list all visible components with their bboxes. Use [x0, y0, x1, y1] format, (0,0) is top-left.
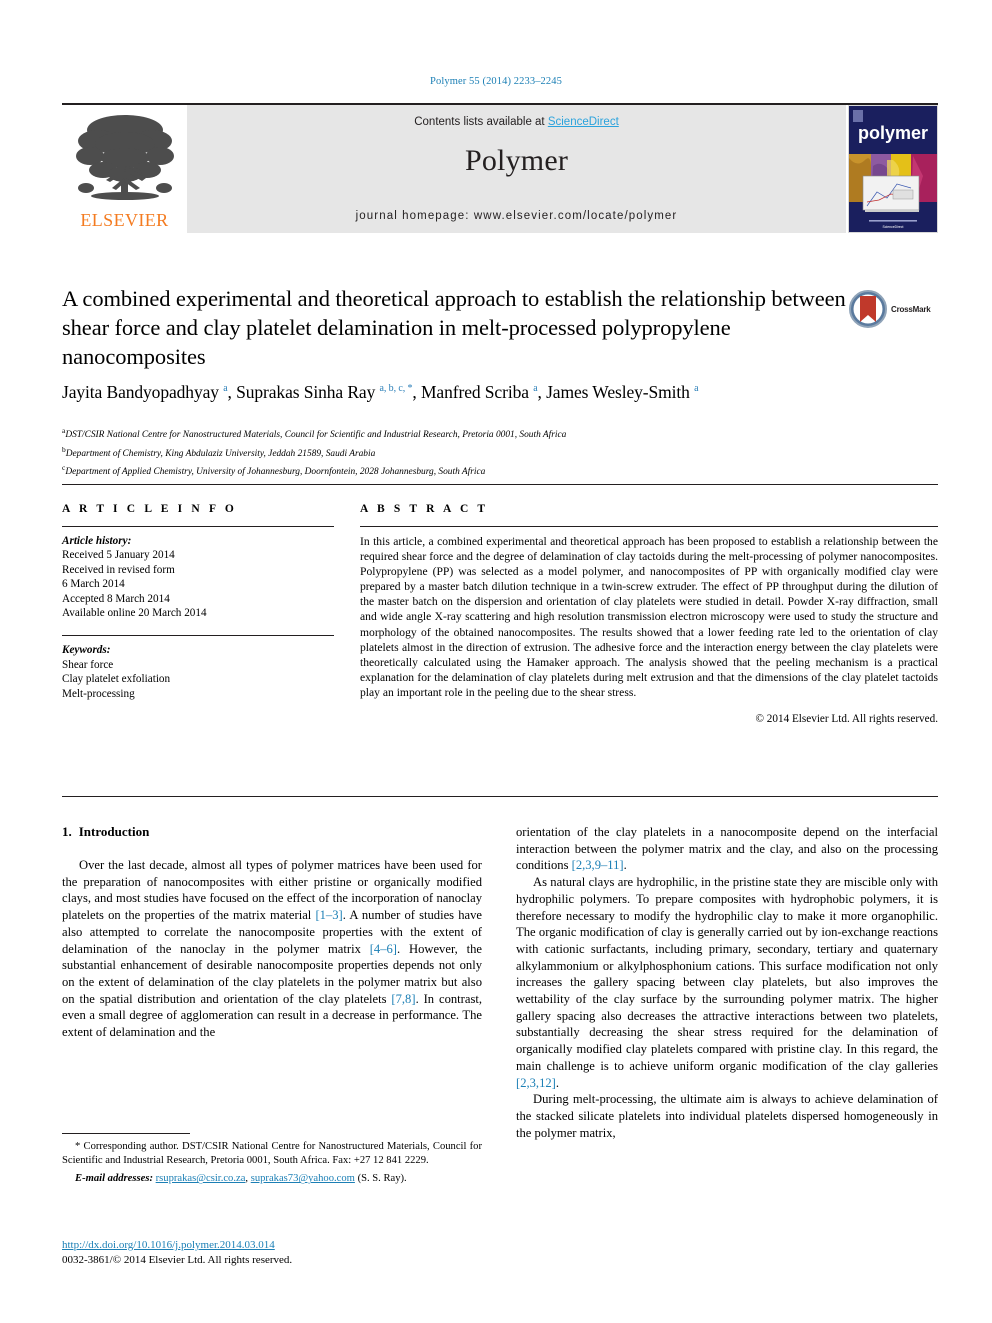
- paragraph: Over the last decade, almost all types o…: [62, 858, 483, 1040]
- email-label: E-mail addresses:: [75, 1173, 153, 1185]
- history-item: Received in revised form: [62, 563, 175, 576]
- abstract-text: In this article, a combined experimental…: [360, 535, 938, 699]
- journal-masthead: ELSEVIER Contents lists available at Sci…: [62, 103, 938, 233]
- history-item: Available online 20 March 2014: [62, 607, 207, 620]
- info-rule-top: [62, 484, 938, 485]
- history-item: Accepted 8 March 2014: [62, 592, 170, 605]
- article-history-title: Article history:: [62, 535, 132, 547]
- svg-text:polymer: polymer: [858, 123, 928, 143]
- affiliation-list: aDST/CSIR National Centre for Nanostruct…: [62, 424, 938, 480]
- crossmark-icon: [849, 290, 887, 328]
- article-info-hairline: [62, 526, 334, 527]
- sciencedirect-link[interactable]: ScienceDirect: [548, 116, 619, 128]
- email-link-2[interactable]: suprakas73@yahoo.com: [251, 1173, 355, 1184]
- article-info-heading: A R T I C L E I N F O: [62, 503, 237, 515]
- email-note: E-mail addresses: rsuprakas@csir.co.za, …: [62, 1172, 482, 1186]
- affiliation-b: bDepartment of Chemistry, King Abdulaziz…: [62, 443, 938, 462]
- keyword-item: Shear force: [62, 658, 114, 671]
- keywords-title: Keywords:: [62, 644, 111, 657]
- history-item: Received 5 January 2014: [62, 549, 175, 562]
- footnote-block: * Corresponding author. DST/CSIR Nationa…: [62, 1140, 482, 1187]
- abstract-column: A B S T R A C T In this article, a combi…: [360, 503, 938, 725]
- elsevier-logo: ELSEVIER: [62, 105, 187, 233]
- affiliation-text-c: Department of Applied Chemistry, Univers…: [65, 467, 486, 478]
- body-column-left: 1. Introduction Over the last decade, alm…: [62, 824, 482, 1041]
- crossmark-label: CrossMark: [891, 304, 931, 314]
- journal-cover-image: polymer ScienceDirect: [849, 106, 937, 232]
- keywords-hairline: [62, 635, 334, 637]
- running-head: Polymer 55 (2014) 2233–2245: [430, 76, 562, 87]
- keywords-group: Keywords: Shear force Clay platelet exfo…: [62, 643, 334, 701]
- affiliation-text-a: DST/CSIR National Centre for Nanostructu…: [65, 430, 567, 441]
- doi-block: http://dx.doi.org/10.1016/j.polymer.2014…: [62, 1238, 482, 1268]
- paragraph: As natural clays are hydrophilic, in the…: [516, 875, 938, 1090]
- journal-title: Polymer: [464, 144, 569, 177]
- body-column-right: orientation of the clay platelets in a n…: [516, 824, 938, 1141]
- journal-cover-thumbnail: polymer ScienceDirect: [848, 105, 938, 233]
- history-item: 6 March 2014: [62, 578, 125, 591]
- keyword-item: Clay platelet exfoliation: [62, 673, 171, 686]
- elsevier-wordmark: ELSEVIER: [80, 210, 169, 230]
- svg-text:ScienceDirect: ScienceDirect: [883, 225, 904, 229]
- abstract-hairline: [360, 526, 938, 527]
- email-link-1[interactable]: rsuprakas@csir.co.za: [156, 1173, 246, 1184]
- article-history: Article history: Received 5 January 2014…: [62, 534, 334, 620]
- affiliation-a: aDST/CSIR National Centre for Nanostruct…: [62, 424, 938, 443]
- abstract-copyright: © 2014 Elsevier Ltd. All rights reserved…: [755, 713, 939, 726]
- issn-copyright: 0032-3861/© 2014 Elsevier Ltd. All right…: [62, 1253, 293, 1266]
- contents-prefix: Contents lists available at: [414, 116, 548, 128]
- doi-link[interactable]: http://dx.doi.org/10.1016/j.polymer.2014…: [62, 1239, 275, 1251]
- abstract-heading: A B S T R A C T: [360, 503, 489, 515]
- contents-line: Contents lists available at ScienceDirec…: [187, 105, 846, 128]
- journal-homepage[interactable]: journal homepage: www.elsevier.com/locat…: [187, 210, 846, 222]
- info-rule-bottom: [62, 796, 938, 797]
- section-title: Introduction: [78, 824, 150, 839]
- keyword-item: Melt-processing: [62, 687, 135, 700]
- title-block: A combined experimental and theoretical …: [62, 284, 852, 371]
- email-suffix: (S. S. Ray).: [357, 1173, 407, 1185]
- affiliation-c: cDepartment of Applied Chemistry, Univer…: [62, 461, 938, 480]
- paper-page: Polymer 55 (2014) 2233–2245 ELSEVIER Con…: [0, 0, 992, 1323]
- paragraph: During melt-processing, the ultimate aim…: [516, 1092, 938, 1140]
- affiliation-text-b: Department of Chemistry, King Abdulaziz …: [65, 448, 376, 459]
- corresponding-author-note: * Corresponding author. DST/CSIR Nationa…: [62, 1141, 482, 1167]
- article-info-column: A R T I C L E I N F O Article history: R…: [62, 503, 334, 716]
- journal-band: Contents lists available at ScienceDirec…: [187, 105, 846, 233]
- crossmark-badge[interactable]: CrossMark: [848, 286, 940, 332]
- authors-text: Jayita Bandyopadhyay a, Suprakas Sinha R…: [62, 382, 699, 402]
- footnote-rule: [62, 1133, 190, 1134]
- section-number: 1.: [62, 824, 72, 839]
- section-heading-introduction: 1. Introduction: [62, 824, 482, 840]
- elsevier-tree-icon: [75, 115, 174, 200]
- author-list: Jayita Bandyopadhyay a, Suprakas Sinha R…: [62, 382, 938, 403]
- paragraph: orientation of the clay platelets in a n…: [516, 825, 938, 873]
- page-title: A combined experimental and theoretical …: [62, 286, 846, 369]
